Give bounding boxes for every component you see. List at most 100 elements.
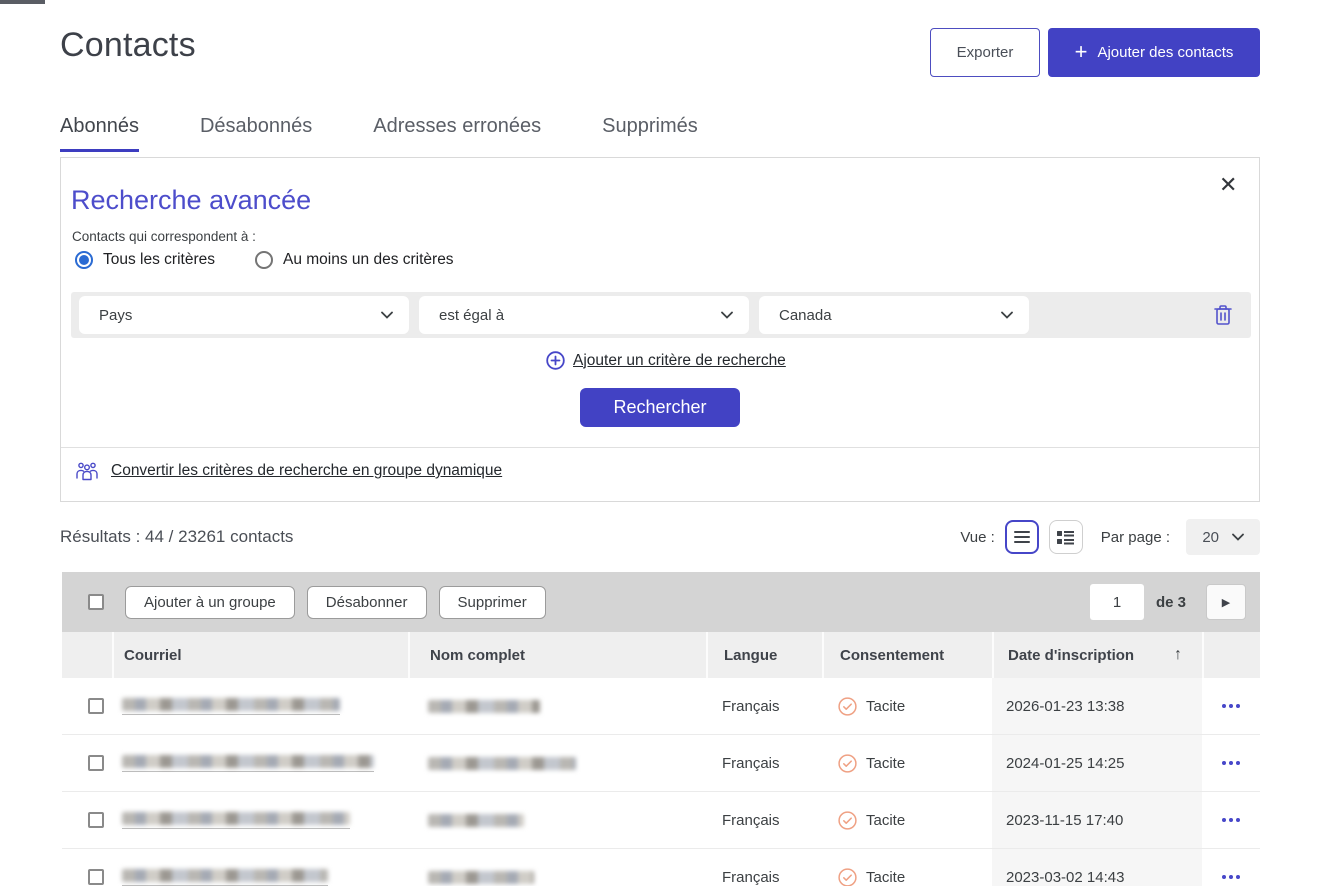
row-checkbox[interactable]	[88, 698, 104, 714]
add-to-group-button[interactable]: Ajouter à un groupe	[125, 586, 295, 619]
radio-selected-icon	[75, 251, 93, 269]
add-contacts-label: Ajouter des contacts	[1097, 44, 1233, 61]
column-header-courriel[interactable]: Courriel	[112, 632, 408, 678]
page-number-input[interactable]: 1	[1090, 584, 1144, 620]
next-page-icon: ▶	[1222, 597, 1230, 609]
results-bar: Résultats : 44 / 23261 contacts Vue : Pa…	[60, 516, 1260, 558]
convert-to-group-label: Convertir les critères de recherche en g…	[111, 462, 502, 480]
view-controls: Vue : Par page : 20	[960, 519, 1260, 555]
row-checkbox[interactable]	[88, 755, 104, 771]
table-toolbar: Ajouter à un groupe Désabonner Supprimer…	[62, 572, 1260, 632]
per-page-value: 20	[1202, 529, 1219, 546]
tab-abonnes[interactable]: Abonnés	[60, 115, 139, 152]
table-header: Courriel Nom complet Langue Consentement…	[62, 632, 1260, 678]
close-icon[interactable]: ✕	[1219, 174, 1237, 196]
radio-unselected-icon	[255, 251, 273, 269]
date-value: 2026-01-23 13:38	[1006, 698, 1124, 715]
chevron-down-icon	[1232, 533, 1244, 541]
table-row: Français Tacite 2023-03-02 14:43	[62, 849, 1260, 886]
column-header-consentement[interactable]: Consentement	[822, 632, 992, 678]
trash-icon	[1213, 304, 1233, 326]
page-title: Contacts	[60, 26, 196, 65]
consent-check-icon	[838, 754, 857, 773]
row-checkbox[interactable]	[88, 869, 104, 885]
search-button[interactable]: Rechercher	[580, 388, 740, 427]
date-value: 2023-11-15 17:40	[1006, 812, 1123, 829]
add-contacts-button[interactable]: + Ajouter des contacts	[1048, 28, 1260, 77]
consent-check-icon	[838, 868, 857, 886]
list-view-button[interactable]	[1005, 520, 1039, 554]
contacts-page: Contacts Exporter + Ajouter des contacts…	[0, 0, 1322, 886]
convert-to-group-link[interactable]: Convertir les critères de recherche en g…	[75, 461, 502, 481]
page-count-label: de 3	[1156, 594, 1186, 611]
chevron-down-icon	[381, 311, 393, 319]
screen-artifact	[0, 0, 45, 4]
delete-criterion-button[interactable]	[1213, 304, 1233, 326]
language-value: Français	[722, 755, 780, 772]
circle-plus-icon	[546, 351, 565, 370]
export-button[interactable]: Exporter	[930, 28, 1040, 77]
next-page-button[interactable]: ▶	[1206, 584, 1246, 620]
plus-icon: +	[1075, 41, 1088, 63]
unsubscribe-button[interactable]: Désabonner	[307, 586, 427, 619]
name-redacted	[428, 757, 576, 770]
email-redacted[interactable]	[122, 869, 328, 886]
consent-check-icon	[838, 811, 857, 830]
row-actions-button[interactable]	[1218, 755, 1244, 771]
name-redacted	[428, 871, 534, 884]
radio-all-criteria[interactable]: Tous les critères	[75, 251, 215, 269]
per-page-label: Par page :	[1101, 529, 1170, 546]
header-actions-spacer	[1202, 632, 1260, 678]
name-redacted	[428, 700, 540, 713]
chevron-down-icon	[721, 311, 733, 319]
contacts-table: Ajouter à un groupe Désabonner Supprimer…	[62, 572, 1260, 886]
radio-any-label: Au moins un des critères	[283, 251, 454, 269]
card-view-button[interactable]	[1049, 520, 1083, 554]
table-row: Français Tacite 2026-01-23 13:38	[62, 678, 1260, 735]
email-redacted[interactable]	[122, 812, 350, 829]
column-header-langue[interactable]: Langue	[706, 632, 822, 678]
row-actions-button[interactable]	[1218, 812, 1244, 828]
advanced-search-panel: Recherche avancée ✕ Contacts qui corresp…	[60, 157, 1260, 502]
tab-adresses-erronees[interactable]: Adresses erronées	[373, 115, 541, 152]
row-actions-button[interactable]	[1218, 869, 1244, 885]
name-redacted	[428, 814, 524, 827]
row-actions-button[interactable]	[1218, 698, 1244, 714]
add-criterion-link[interactable]: Ajouter un critère de recherche	[546, 351, 786, 370]
date-value: 2024-01-25 14:25	[1006, 755, 1124, 772]
date-column-label: Date d'inscription	[1008, 647, 1134, 664]
tab-supprimes[interactable]: Supprimés	[602, 115, 698, 152]
consent-check-icon	[838, 697, 857, 716]
row-checkbox[interactable]	[88, 812, 104, 828]
criterion-operator-value: est égal à	[439, 307, 504, 324]
tabs-bar: Abonnés Désabonnés Adresses erronées Sup…	[60, 115, 698, 152]
language-value: Français	[722, 812, 780, 829]
criterion-value-select[interactable]: Canada	[759, 296, 1029, 334]
tab-desabonnes[interactable]: Désabonnés	[200, 115, 312, 152]
consent-value: Tacite	[866, 755, 905, 772]
per-page-select[interactable]: 20	[1186, 519, 1260, 555]
results-summary: Résultats : 44 / 23261 contacts	[60, 527, 293, 547]
select-all-checkbox[interactable]	[88, 594, 104, 610]
sort-ascending-icon: ↑	[1174, 646, 1182, 664]
criteria-row: Pays est égal à Canada	[71, 292, 1251, 338]
delete-button[interactable]: Supprimer	[439, 586, 546, 619]
list-view-icon	[1014, 531, 1030, 543]
criterion-field-value: Pays	[99, 307, 132, 324]
table-row: Français Tacite 2023-11-15 17:40	[62, 792, 1260, 849]
table-row: Français Tacite 2024-01-25 14:25	[62, 735, 1260, 792]
advanced-search-title: Recherche avancée	[71, 185, 311, 216]
language-value: Français	[722, 869, 780, 886]
email-redacted[interactable]	[122, 698, 340, 715]
criterion-field-select[interactable]: Pays	[79, 296, 409, 334]
panel-divider	[61, 447, 1259, 448]
column-header-date-inscription[interactable]: Date d'inscription ↑	[992, 632, 1202, 678]
criterion-operator-select[interactable]: est égal à	[419, 296, 749, 334]
match-label: Contacts qui correspondent à :	[72, 229, 256, 244]
consent-value: Tacite	[866, 869, 905, 886]
column-header-nom-complet[interactable]: Nom complet	[408, 632, 706, 678]
radio-any-criteria[interactable]: Au moins un des critères	[255, 251, 454, 269]
date-value: 2023-03-02 14:43	[1006, 869, 1124, 886]
email-redacted[interactable]	[122, 755, 374, 772]
group-icon	[75, 461, 99, 481]
